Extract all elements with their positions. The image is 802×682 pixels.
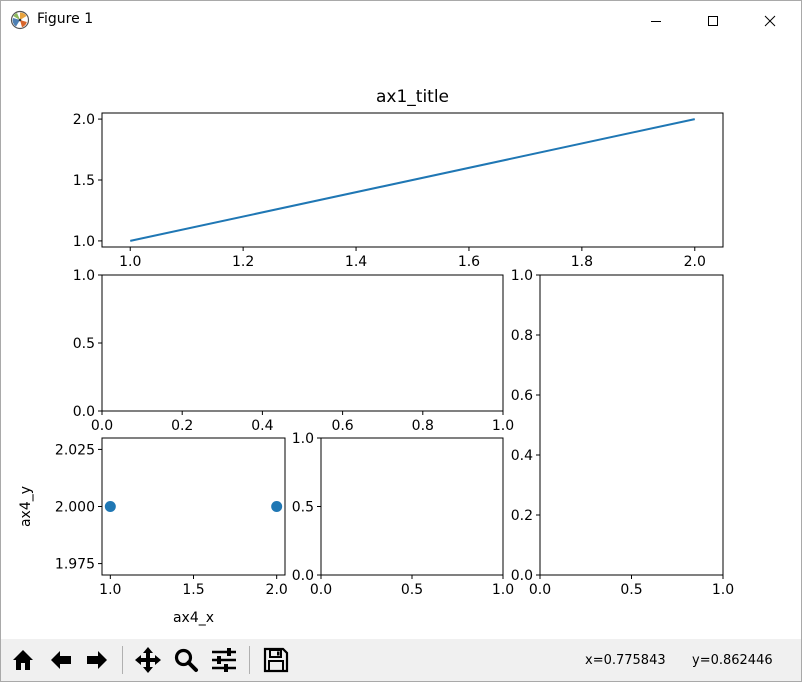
ax1-xtick-label: 1.8 (571, 254, 593, 270)
arrow-right-icon (87, 651, 107, 669)
window-title: Figure 1 (37, 11, 94, 27)
ax5-xtick-label: 0.5 (401, 582, 423, 598)
ax5-xtick-label: 0.0 (310, 582, 332, 598)
ax4-axes: 1.0 1.5 2.0 1.975 2.000 2.025 ax4_x ax4_y (18, 437, 288, 626)
magnifier-icon (174, 648, 198, 672)
ax5-frame (320, 437, 504, 576)
x-coordinate-readout: x=0.775843 (585, 653, 666, 668)
zoom-button[interactable] (170, 644, 202, 676)
navigation-toolbar: x=0.775843 y=0.862446 (1, 639, 801, 681)
title-bar[interactable]: Figure 1 (1, 1, 801, 40)
ax1-xtick-label: 1.4 (345, 254, 367, 270)
ax1-xtick-label: 1.6 (458, 254, 480, 270)
ax5-ytick-label: 1.0 (292, 431, 314, 447)
ax3-frame (539, 274, 724, 576)
ax5-xtick-label: 1.0 (492, 582, 514, 598)
ax3-ytick-label: 0.6 (511, 388, 533, 404)
matplotlib-logo-icon (10, 10, 30, 30)
ax4-ylabel: ax4_y (18, 486, 34, 527)
ax1-xtick-label: 1.2 (232, 254, 254, 270)
ax1-ytick-label: 2.0 (73, 112, 95, 128)
pan-button[interactable] (132, 644, 164, 676)
ax4-frame (101, 437, 286, 576)
ax5-ytick-label: 0.5 (292, 500, 314, 516)
ax1-series-line (130, 118, 695, 242)
ax2-xtick-label: 0.8 (412, 418, 434, 434)
ax3-xtick-label: 0.5 (620, 582, 642, 598)
ax1-axes: 1.0 1.2 1.4 1.6 1.8 2.0 1.0 1.5 2.0 ax1_title (73, 87, 724, 270)
ax5-axes: 0.0 0.5 1.0 0.0 0.5 1.0 (292, 431, 514, 598)
ax3-ytick-label: 0.8 (511, 328, 533, 344)
toolbar-separator (122, 646, 123, 674)
ax3-ytick-label: 1.0 (511, 268, 533, 284)
ax3-axes: 0.0 0.5 1.00.00.20.40.60.81.0 (511, 268, 734, 598)
ax2-xtick-label: 1.0 (492, 418, 514, 434)
sliders-icon (212, 648, 236, 672)
ax2-ytick-label: 1.0 (73, 268, 95, 284)
figure-svg: 1.0 1.2 1.4 1.6 1.8 2.01.01.52.0ax1_title0.0 0… (18, 87, 734, 626)
close-button[interactable] (747, 1, 793, 40)
ax3-ytick-label: 0.2 (511, 508, 533, 524)
move-icon (135, 647, 161, 673)
ax2-xtick-label: 0.6 (331, 418, 353, 434)
back-button[interactable] (45, 644, 77, 676)
close-icon (764, 15, 776, 26)
y-coordinate-readout: y=0.862446 (692, 653, 773, 668)
maximize-button[interactable] (690, 1, 736, 40)
ax1-title: ax1_title (376, 87, 449, 107)
ax4-data-point (271, 501, 283, 512)
ax1-xtick-label: 2.0 (684, 254, 706, 270)
figure-window: Figure 1 1.0 1.2 1.4 1.6 1.8 2.0 1.0 1.5 2.0 ax1_… (0, 0, 802, 682)
minimize-button[interactable] (633, 1, 679, 40)
floppy-disk-icon (263, 647, 289, 673)
ax1-ytick-label: 1.0 (73, 234, 95, 250)
ax2-xtick-label: 0.0 (91, 418, 113, 434)
ax5-ytick-label: 0.0 (292, 568, 314, 584)
ax3-xtick-label: 1.0 (712, 582, 734, 598)
ax3-xtick-label: 0.0 (529, 582, 551, 598)
home-icon (13, 650, 33, 670)
toolbar-separator (249, 646, 250, 674)
ax1-ytick-label: 1.5 (73, 173, 95, 189)
maximize-icon (708, 15, 718, 26)
ax2-axes: 0.0 0.2 0.4 0.6 0.8 1.0 0.0 0.5 1.0 (73, 268, 514, 434)
ax2-frame (101, 274, 504, 412)
ax1-xtick-label: 1.0 (119, 254, 141, 270)
ax3-ytick-label: 0.4 (511, 448, 533, 464)
ax4-ytick-label: 1.975 (55, 557, 95, 573)
home-button[interactable] (7, 644, 39, 676)
ax2-ytick-label: 0.5 (73, 336, 95, 352)
minimize-icon (651, 20, 661, 22)
ax2-ytick-label: 0.0 (73, 404, 95, 420)
ax4-xtick-label: 1.0 (99, 582, 121, 598)
forward-button[interactable] (81, 644, 113, 676)
configure-subplots-button[interactable] (208, 644, 240, 676)
ax4-data-point (104, 501, 116, 512)
ax4-ytick-label: 2.025 (55, 442, 95, 458)
ax4-xtick-label: 1.5 (182, 582, 204, 598)
ax4-ytick-label: 2.000 (55, 500, 95, 516)
ax2-xtick-label: 0.2 (171, 418, 193, 434)
arrow-left-icon (51, 651, 71, 669)
save-button[interactable] (260, 644, 292, 676)
ax2-xtick-label: 0.4 (251, 418, 273, 434)
ax4-xtick-label: 2.0 (266, 582, 288, 598)
figure-canvas[interactable]: 1.0 1.2 1.4 1.6 1.8 2.0 1.0 1.5 2.0 ax1_title 0.0 0… (1, 40, 801, 639)
ax4-xlabel: ax4_x (173, 610, 214, 626)
